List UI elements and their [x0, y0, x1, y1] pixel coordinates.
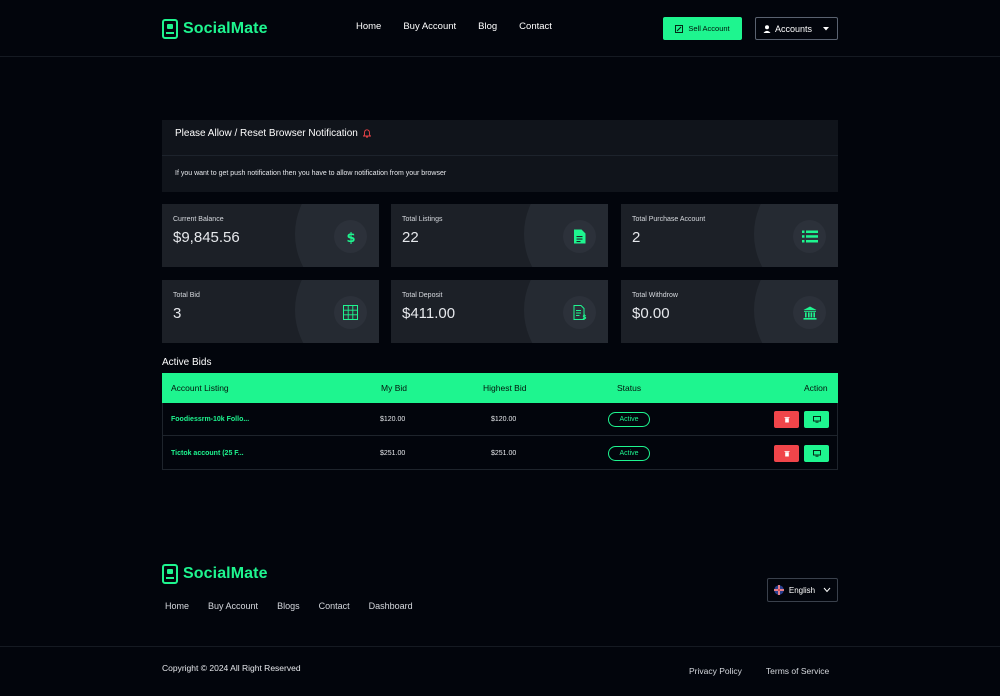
sell-account-label: Sell Account	[688, 24, 730, 33]
nav-blog[interactable]: Blog	[478, 21, 497, 32]
stat-label: Total Purchase Account	[632, 216, 706, 223]
svg-text:$: $	[582, 314, 586, 320]
stat-icon-wrap: $	[334, 220, 367, 253]
trash-icon	[784, 417, 789, 423]
stat-label: Total Listings	[402, 216, 443, 223]
stat-icon-wrap	[793, 220, 826, 253]
main-nav: Home Buy Account Blog Contact	[356, 21, 574, 32]
bank-icon	[803, 306, 816, 320]
status-badge: Active	[608, 412, 650, 427]
stat-card-total-withdraw: Total Withdrow $0.00	[621, 280, 838, 343]
my-bid-value: $120.00	[380, 416, 406, 423]
header-logo[interactable]: SocialMate	[162, 17, 268, 41]
nav-contact[interactable]: Contact	[519, 21, 552, 32]
active-bids-table: Account Listing My Bid Highest Bid Statu…	[162, 373, 838, 470]
chevron-down-icon	[823, 26, 830, 30]
footer-nav-contact[interactable]: Contact	[319, 601, 350, 611]
delete-button[interactable]	[774, 445, 799, 462]
stat-label: Total Deposit	[402, 292, 443, 299]
privacy-policy-link[interactable]: Privacy Policy	[689, 666, 742, 676]
notification-title-row: Please Allow / Reset Browser Notificatio…	[175, 128, 371, 139]
column-header-account-listing: Account Listing	[171, 383, 229, 393]
footer-nav-home[interactable]: Home	[165, 601, 189, 611]
column-header-action: Action	[804, 383, 828, 393]
nav-home[interactable]: Home	[356, 21, 381, 32]
language-label: English	[788, 585, 816, 595]
table-header: Account Listing My Bid Highest Bid Statu…	[162, 373, 838, 403]
stat-card-current-balance: Current Balance $9,845.56 $	[162, 204, 379, 267]
notification-card: Please Allow / Reset Browser Notificatio…	[162, 120, 838, 192]
bell-icon	[362, 129, 371, 138]
footer-nav-blogs[interactable]: Blogs	[277, 601, 300, 611]
legal-links: Privacy Policy Terms of Service	[689, 666, 829, 676]
stat-icon-wrap	[334, 296, 367, 329]
view-button[interactable]	[804, 411, 829, 428]
site-header: SocialMate Home Buy Account Blog Contact…	[0, 0, 1000, 57]
notification-title: Please Allow / Reset Browser Notificatio…	[175, 128, 358, 139]
brand-name: SocialMate	[183, 20, 268, 37]
dollar-icon: $	[346, 231, 355, 244]
copyright-text: Copyright © 2024 All Right Reserved	[162, 663, 301, 673]
footer-nav-dashboard[interactable]: Dashboard	[369, 601, 413, 611]
footer-logo[interactable]: SocialMate	[162, 562, 268, 586]
stat-card-total-listings: Total Listings 22	[391, 204, 608, 267]
delete-button[interactable]	[774, 411, 799, 428]
stat-card-total-bid: Total Bid 3	[162, 280, 379, 343]
stat-card-total-deposit: Total Deposit $411.00 $	[391, 280, 608, 343]
accounts-label: Accounts	[774, 23, 813, 34]
stat-card-total-purchase-account: Total Purchase Account 2	[621, 204, 838, 267]
monitor-icon	[812, 450, 821, 457]
grid-icon	[343, 305, 358, 320]
my-bid-value: $251.00	[380, 450, 406, 457]
user-icon	[763, 24, 771, 33]
footer-divider	[0, 646, 1000, 647]
uk-flag-icon	[773, 585, 784, 595]
stat-icon-wrap	[563, 220, 596, 253]
edit-icon	[675, 24, 684, 33]
stat-value: $411.00	[402, 305, 456, 322]
trash-icon	[784, 451, 789, 457]
brand-name: SocialMate	[183, 565, 268, 582]
stat-value: 2	[632, 229, 641, 246]
chevron-down-icon	[823, 587, 831, 593]
terms-of-service-link[interactable]: Terms of Service	[766, 666, 829, 676]
status-badge: Active	[608, 446, 650, 461]
language-selector[interactable]: English	[767, 578, 838, 602]
column-header-highest-bid: Highest Bid	[483, 383, 527, 393]
stat-value: $9,845.56	[173, 229, 240, 246]
monitor-icon	[812, 416, 821, 423]
table-row: Foodiessrm-10k Follo... $120.00 $120.00 …	[163, 403, 837, 436]
stat-value: 3	[173, 305, 182, 322]
list-icon	[801, 230, 818, 243]
active-bids-title: Active Bids	[162, 357, 212, 368]
table-row: Tictok account (25 F... $251.00 $251.00 …	[163, 437, 837, 470]
stat-label: Current Balance	[173, 216, 224, 223]
stat-label: Total Bid	[173, 292, 200, 299]
nav-buy-account[interactable]: Buy Account	[403, 21, 456, 32]
stat-value: $0.00	[632, 305, 670, 322]
stat-label: Total Withdrow	[632, 292, 678, 299]
stat-icon-wrap	[793, 296, 826, 329]
logo-icon	[162, 19, 178, 39]
stat-value: 22	[402, 229, 419, 246]
highest-bid-value: $120.00	[491, 416, 517, 423]
stat-icon-wrap: $	[563, 296, 596, 329]
footer-nav-buy-account[interactable]: Buy Account	[208, 601, 258, 611]
listing-link[interactable]: Foodiessrm-10k Follo...	[171, 416, 249, 423]
notification-body: If you want to get push notification the…	[175, 170, 447, 177]
sell-account-button[interactable]: Sell Account	[663, 17, 742, 40]
footer-nav: Home Buy Account Blogs Contact Dashboard	[165, 601, 432, 611]
column-header-status: Status	[617, 383, 642, 393]
view-button[interactable]	[804, 445, 829, 462]
accounts-dropdown[interactable]: Accounts	[755, 17, 838, 40]
column-header-my-bid: My Bid	[381, 383, 407, 393]
logo-icon	[162, 564, 178, 584]
invoice-icon: $	[573, 305, 586, 320]
listing-link[interactable]: Tictok account (25 F...	[171, 450, 244, 457]
notification-divider	[162, 155, 838, 156]
svg-text:$: $	[346, 231, 355, 244]
document-icon	[574, 229, 586, 244]
highest-bid-value: $251.00	[491, 450, 517, 457]
